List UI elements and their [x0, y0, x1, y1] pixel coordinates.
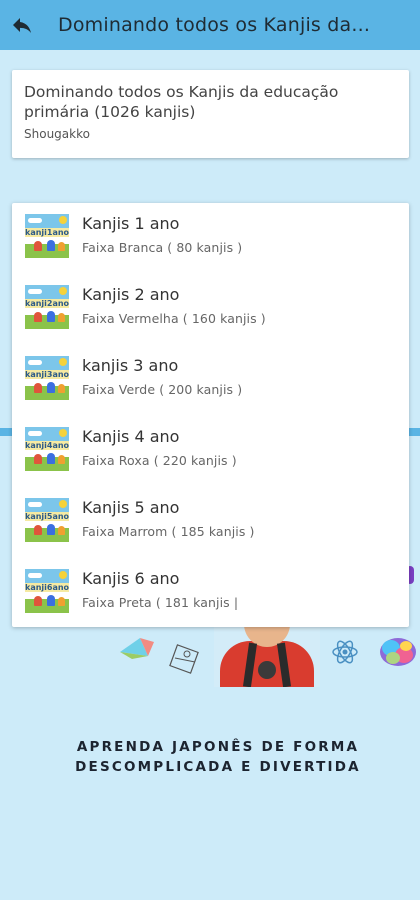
list-item-kanjis-1[interactable]: kanji1ano Kanjis 1 ano Faixa Branca ( 80… — [12, 203, 409, 274]
tagline-line-1: APRENDA JAPONÊS DE FORMA — [76, 739, 360, 755]
list-item-kanjis-3[interactable]: kanji3ano kanjis 3 ano Faixa Verde ( 200… — [12, 345, 409, 416]
tagline-line-2: DESCOMPLICADA E DIVERTIDA — [75, 759, 361, 775]
list-item-title: Kanjis 1 ano — [82, 214, 180, 233]
kanji-thumbnail: kanji2ano — [25, 285, 69, 329]
kanji-thumbnail: kanji3ano — [25, 356, 69, 400]
list-item-kanjis-6[interactable]: kanji6ano Kanjis 6 ano Faixa Preta ( 181… — [12, 558, 409, 629]
kanji-thumbnail: kanji1ano — [25, 214, 69, 258]
brain-icon — [380, 638, 416, 666]
list-item-subtitle: Faixa Roxa ( 220 kanjis ) — [82, 453, 237, 468]
list-item-kanjis-5[interactable]: kanji5ano Kanjis 5 ano Faixa Marrom ( 18… — [12, 487, 409, 558]
course-subtitle: Shougakko — [24, 127, 90, 141]
tagline: APRENDA JAPONÊS DE FORMA DESCOMPLICADA E… — [0, 737, 420, 777]
atom-icon — [332, 640, 358, 664]
kanji-thumbnail: kanji5ano — [25, 498, 69, 542]
list-item-kanjis-2[interactable]: kanji2ano Kanjis 2 ano Faixa Vermelha ( … — [12, 274, 409, 345]
list-item-title: Kanjis 6 ano — [82, 569, 180, 588]
kanji-thumbnail: kanji6ano — [25, 569, 69, 613]
list-item-subtitle: Faixa Preta ( 181 kanjis | — [82, 595, 239, 610]
app-bar: Dominando todos os Kanjis da... — [0, 0, 420, 50]
list-item-title: Kanjis 2 ano — [82, 285, 180, 304]
doodle-illustration — [169, 644, 199, 674]
list-item-title: Kanjis 5 ano — [82, 498, 180, 517]
child-photo — [214, 627, 320, 687]
course-title: Dominando todos os Kanjis da educação pr… — [24, 83, 339, 121]
back-button[interactable] — [2, 0, 42, 50]
prism-illustration — [120, 638, 154, 659]
course-header-card: Dominando todos os Kanjis da educação pr… — [12, 70, 409, 158]
kanji-thumbnail: kanji4ano — [25, 427, 69, 471]
kanji-level-list: kanji1ano Kanjis 1 ano Faixa Branca ( 80… — [12, 203, 409, 627]
list-item-subtitle: Faixa Marrom ( 185 kanjis ) — [82, 524, 255, 539]
list-item-title: kanjis 3 ano — [82, 356, 179, 375]
list-item-title: Kanjis 4 ano — [82, 427, 180, 446]
back-arrow-icon — [13, 18, 31, 33]
list-item-subtitle: Faixa Vermelha ( 160 kanjis ) — [82, 311, 266, 326]
list-item-subtitle: Faixa Verde ( 200 kanjis ) — [82, 382, 243, 397]
list-item-kanjis-4[interactable]: kanji4ano Kanjis 4 ano Faixa Roxa ( 220 … — [12, 416, 409, 487]
list-item-subtitle: Faixa Branca ( 80 kanjis ) — [82, 240, 243, 255]
page-title: Dominando todos os Kanjis da... — [58, 14, 371, 36]
